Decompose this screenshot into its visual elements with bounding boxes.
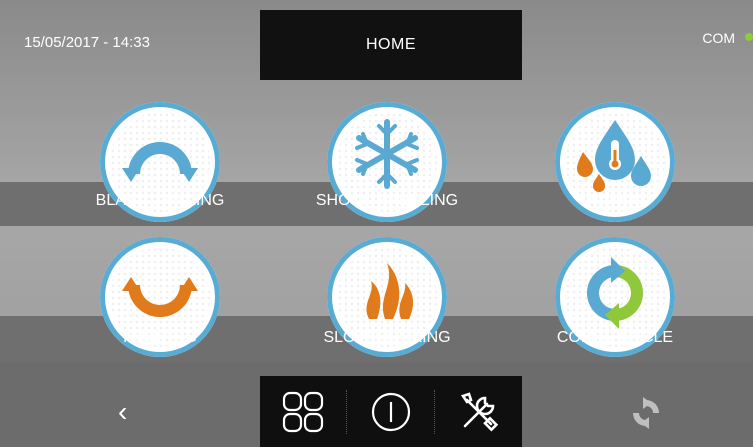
power-icon: [371, 392, 411, 431]
program-proving[interactable]: PROVING: [50, 237, 270, 357]
program-shock-freezing[interactable]: SHOCK FREEZING: [277, 102, 497, 222]
date-time: 15/05/2017 - 14:33: [24, 34, 150, 51]
home-title: HOME: [260, 10, 522, 80]
settings-button[interactable]: [436, 376, 522, 447]
menu-button[interactable]: [260, 376, 346, 447]
program-label: BLAST CHILLING: [95, 192, 225, 209]
power-button[interactable]: [348, 376, 434, 447]
refresh-button[interactable]: [629, 396, 663, 435]
program-label: COMBY CYCLE: [556, 329, 674, 346]
program-label: THAWING: [577, 192, 653, 209]
tools-icon: [460, 391, 499, 431]
program-blast-chilling[interactable]: BLAST CHILLING: [50, 102, 270, 222]
back-button[interactable]: ‹: [118, 396, 127, 428]
program-slow-cooking[interactable]: SLOW COOKING: [277, 237, 497, 357]
top-bar: 15/05/2017 - 14:33 HOME COM: [0, 0, 753, 80]
main-nav: [260, 376, 522, 447]
refresh-icon: [633, 397, 659, 429]
program-thawing[interactable]: THAWING: [505, 102, 725, 222]
page-title: HOME: [366, 36, 416, 53]
grid-menu-icon: [282, 391, 324, 432]
program-label: SHOCK FREEZING: [315, 192, 459, 209]
program-comby-cycle[interactable]: COMBY CYCLE: [505, 237, 725, 357]
com-status-indicator: [745, 33, 753, 41]
program-label: SLOW COOKING: [323, 329, 451, 346]
com-status: COM: [702, 30, 735, 46]
program-label: PROVING: [123, 329, 197, 346]
